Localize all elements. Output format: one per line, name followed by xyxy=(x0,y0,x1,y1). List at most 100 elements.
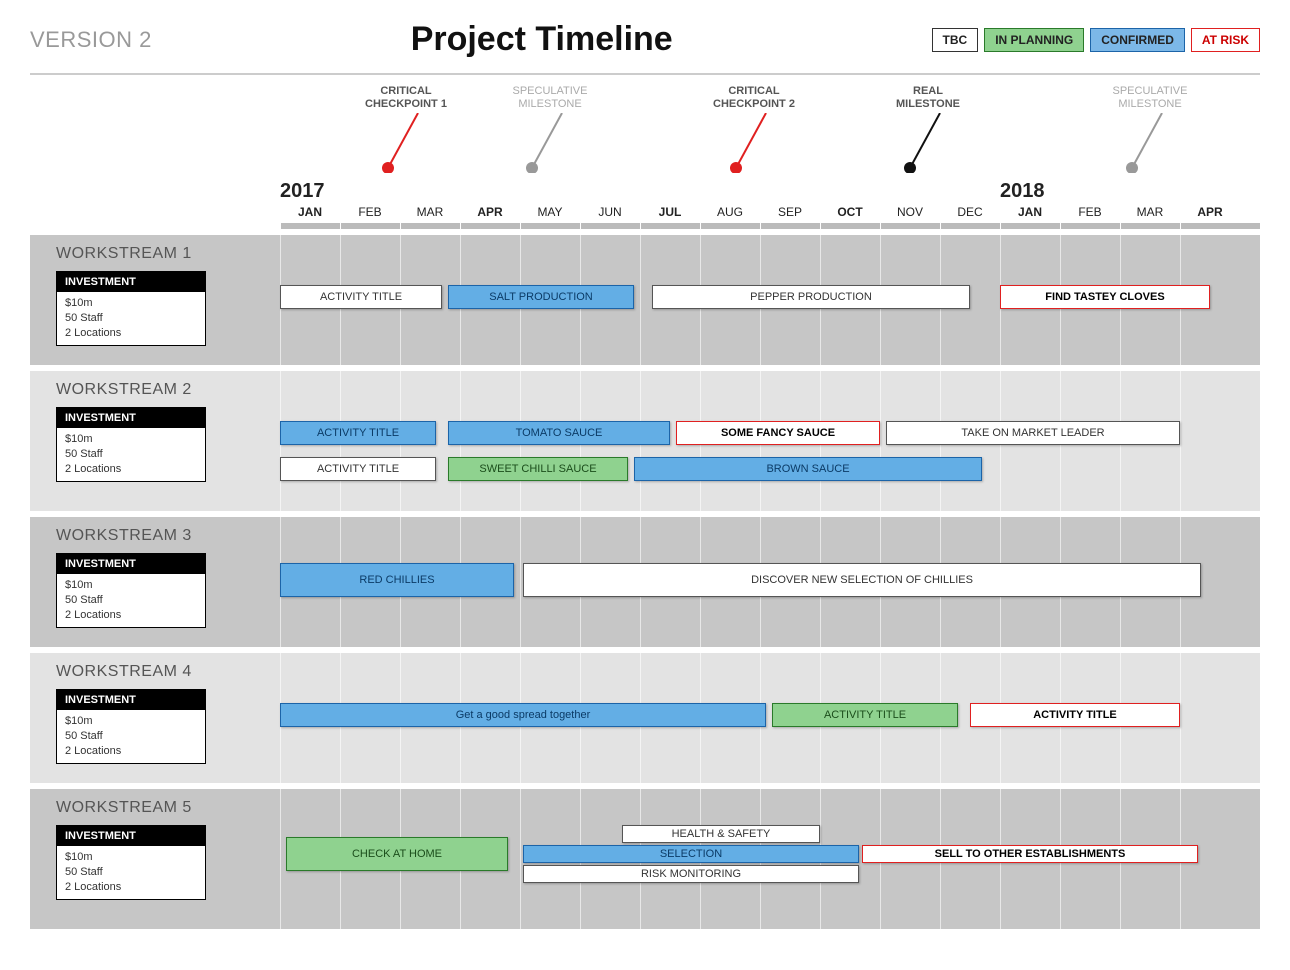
month-oct: OCT xyxy=(820,205,880,219)
workstream-3: WORKSTREAM 3 INVESTMENT$10m 50 Staff 2 Lo… xyxy=(30,517,1260,647)
month-jan: JAN xyxy=(280,205,340,219)
activity-label: ACTIVITY TITLE xyxy=(1027,709,1123,721)
workstream-title: WORKSTREAM 1 xyxy=(56,245,266,263)
activity-bar[interactable]: SOME FANCY SAUCE xyxy=(676,421,880,445)
activity-bar[interactable]: ACTIVITY TITLE xyxy=(280,285,442,309)
month-dec: DEC xyxy=(940,205,1000,219)
workstream-4: WORKSTREAM 4 INVESTMENT$10m 50 Staff 2 Lo… xyxy=(30,653,1260,783)
activity-bar[interactable]: BROWN SAUCE xyxy=(634,457,982,481)
activity-bar[interactable]: SELL TO OTHER ESTABLISHMENTS xyxy=(862,845,1198,863)
milestone-label: REAL MILESTONE xyxy=(868,85,988,111)
month-jul: JUL xyxy=(640,205,700,219)
activity-label: ACTIVITY TITLE xyxy=(311,427,405,439)
workstream-1: WORKSTREAM 1 INVESTMENT$10m 50 Staff 2 Lo… xyxy=(30,235,1260,365)
workstream-5: WORKSTREAM 5 INVESTMENT$10m 50 Staff 2 Lo… xyxy=(30,789,1260,929)
workstream-body: Get a good spread together ACTIVITY TITLE… xyxy=(280,653,1260,783)
milestone-marker-icon xyxy=(1120,113,1180,173)
month-mar: MAR xyxy=(400,205,460,219)
activity-label: ACTIVITY TITLE xyxy=(314,291,408,303)
activity-bar[interactable]: PEPPER PRODUCTION xyxy=(652,285,970,309)
investment-box: INVESTMENT$10m 50 Staff 2 Locations xyxy=(56,271,206,346)
investment-body: $10m 50 Staff 2 Locations xyxy=(57,292,205,345)
workstream-side: WORKSTREAM 4 INVESTMENT$10m 50 Staff 2 Lo… xyxy=(30,653,280,783)
activity-bar[interactable]: SALT PRODUCTION xyxy=(448,285,634,309)
page-title: Project Timeline xyxy=(411,20,673,59)
activity-bar[interactable]: RED CHILLIES xyxy=(280,563,514,597)
legend-confirmed: CONFIRMED xyxy=(1090,28,1185,52)
activity-bar[interactable]: TAKE ON MARKET LEADER xyxy=(886,421,1180,445)
workstream-title: WORKSTREAM 3 xyxy=(56,527,266,545)
legend-tbc: TBC xyxy=(932,28,979,52)
activity-label: ACTIVITY TITLE xyxy=(311,463,405,475)
milestone-speculative: SPECULATIVE MILESTONE xyxy=(490,85,610,173)
header: VERSION 2 Project Timeline TBCIN PLANNIN… xyxy=(30,20,1260,75)
activity-label: BROWN SAUCE xyxy=(760,463,855,475)
activity-bar[interactable]: ACTIVITY TITLE xyxy=(970,703,1180,727)
activity-bar[interactable]: ACTIVITY TITLE xyxy=(772,703,958,727)
workstream-side: WORKSTREAM 2 INVESTMENT$10m 50 Staff 2 Lo… xyxy=(30,371,280,511)
workstream-body: HEALTH & SAFETY CHECK AT HOME SELECTIONSEL… xyxy=(280,789,1260,929)
activity-label: HEALTH & SAFETY xyxy=(666,828,777,840)
activity-label: TAKE ON MARKET LEADER xyxy=(955,427,1110,439)
milestone-critical: CRITICAL CHECKPOINT 2 xyxy=(694,85,814,173)
workstreams: WORKSTREAM 1INVESTMENT$10m 50 Staff 2 Lo… xyxy=(30,235,1260,929)
activity-bar[interactable]: TOMATO SAUCE xyxy=(448,421,670,445)
workstream-body: ACTIVITY TITLE TOMATO SAUCE SOME FANCY SAU… xyxy=(280,371,1260,511)
activity-bar[interactable]: CHECK AT HOME xyxy=(286,837,508,871)
activity-bar[interactable]: SELECTION xyxy=(523,845,859,863)
activity-bar[interactable]: ACTIVITY TITLE xyxy=(280,421,436,445)
month-apr: APR xyxy=(460,205,520,219)
milestone-critical: CRITICAL CHECKPOINT 1 xyxy=(346,85,466,173)
activity-label: ACTIVITY TITLE xyxy=(818,709,912,721)
investment-body: $10m 50 Staff 2 Locations xyxy=(57,574,205,627)
month-jun: JUN xyxy=(580,205,640,219)
activity-label: FIND TASTEY CLOVES xyxy=(1039,291,1170,303)
activity-label: PEPPER PRODUCTION xyxy=(744,291,878,303)
activity-label: RED CHILLIES xyxy=(353,574,440,586)
month-feb: FEB xyxy=(1060,205,1120,219)
activity-bar[interactable]: SWEET CHILLI SAUCE xyxy=(448,457,628,481)
investment-header: INVESTMENT xyxy=(57,826,205,846)
activity-label: CHECK AT HOME xyxy=(346,848,448,860)
legend-at-risk: AT RISK xyxy=(1191,28,1260,52)
activity-bar[interactable]: HEALTH & SAFETY xyxy=(622,825,820,843)
activity-bar[interactable]: DISCOVER NEW SELECTION OF CHILLIES xyxy=(523,563,1201,597)
activity-bar[interactable]: Get a good spread together xyxy=(280,703,766,727)
activity-label: RISK MONITORING xyxy=(635,868,747,880)
activity-label: SOME FANCY SAUCE xyxy=(715,427,841,439)
milestone-real: REAL MILESTONE xyxy=(868,85,988,173)
investment-box: INVESTMENT$10m 50 Staff 2 Locations xyxy=(56,689,206,764)
milestone-speculative: SPECULATIVE MILESTONE xyxy=(1090,85,1210,173)
month-sep: SEP xyxy=(760,205,820,219)
workstream-title: WORKSTREAM 5 xyxy=(56,799,266,817)
legend-in-planning: IN PLANNING xyxy=(984,28,1084,52)
investment-header: INVESTMENT xyxy=(57,554,205,574)
activity-bar[interactable]: FIND TASTEY CLOVES xyxy=(1000,285,1210,309)
activity-label: DISCOVER NEW SELECTION OF CHILLIES xyxy=(745,574,979,586)
workstream-title: WORKSTREAM 4 xyxy=(56,663,266,681)
workstream-side: WORKSTREAM 5 INVESTMENT$10m 50 Staff 2 Lo… xyxy=(30,789,280,929)
activity-label: Get a good spread together xyxy=(450,709,597,721)
investment-body: $10m 50 Staff 2 Locations xyxy=(57,428,205,481)
investment-box: INVESTMENT$10m 50 Staff 2 Locations xyxy=(56,553,206,628)
milestone-marker-icon xyxy=(898,113,958,173)
milestone-marker-icon xyxy=(376,113,436,173)
workstream-title: WORKSTREAM 2 xyxy=(56,381,266,399)
activity-bar[interactable]: ACTIVITY TITLE xyxy=(280,457,436,481)
timeline-header: 20172018 JANFEBMARAPRMAYJUNJULAUGSEPOCTN… xyxy=(280,85,1260,235)
investment-header: INVESTMENT xyxy=(57,272,205,292)
activity-bar[interactable]: RISK MONITORING xyxy=(523,865,859,883)
milestone-label: SPECULATIVE MILESTONE xyxy=(490,85,610,111)
month-aug: AUG xyxy=(700,205,760,219)
milestone-marker-icon xyxy=(520,113,580,173)
investment-box: INVESTMENT$10m 50 Staff 2 Locations xyxy=(56,407,206,482)
investment-body: $10m 50 Staff 2 Locations xyxy=(57,846,205,899)
month-jan: JAN xyxy=(1000,205,1060,219)
legend: TBCIN PLANNINGCONFIRMEDAT RISK xyxy=(932,28,1260,52)
investment-body: $10m 50 Staff 2 Locations xyxy=(57,710,205,763)
month-nov: NOV xyxy=(880,205,940,219)
month-apr: APR xyxy=(1180,205,1240,219)
year-2018: 2018 xyxy=(1000,180,1060,203)
month-may: MAY xyxy=(520,205,580,219)
milestone-label: CRITICAL CHECKPOINT 1 xyxy=(346,85,466,111)
